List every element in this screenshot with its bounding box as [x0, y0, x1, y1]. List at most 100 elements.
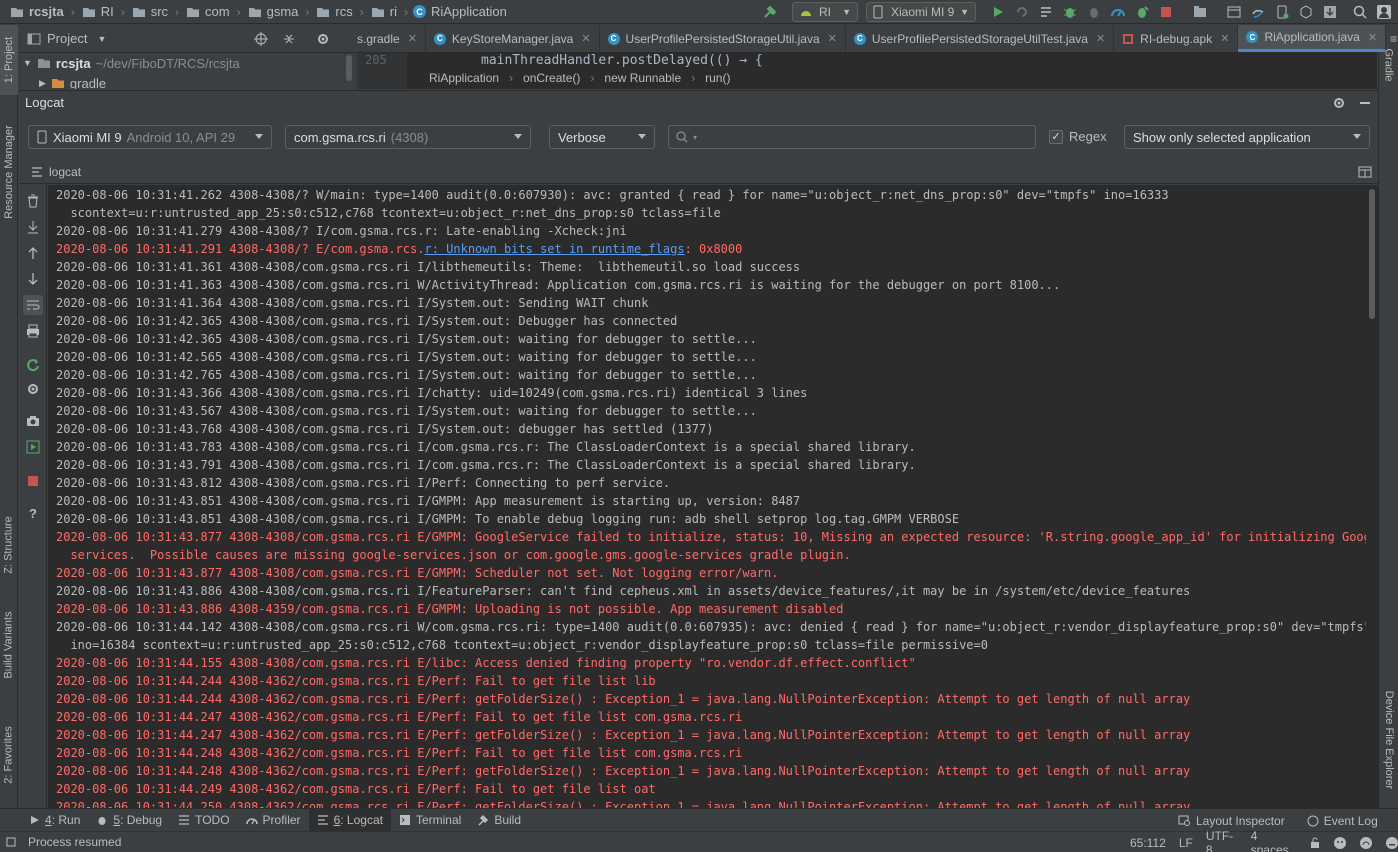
device-select[interactable]: Xiaomi MI 9 ▼: [866, 2, 976, 22]
device-manager-icon[interactable]: [1296, 2, 1316, 22]
logcat-search-input[interactable]: ▾: [668, 125, 1036, 149]
apply-code-changes-icon[interactable]: [1036, 2, 1056, 22]
tabs-overflow-button[interactable]: ≡ 5: [1386, 25, 1398, 52]
layout-icon[interactable]: [1355, 162, 1375, 182]
indent-setting[interactable]: 4 spaces: [1251, 829, 1296, 852]
inspection-icon[interactable]: [1333, 836, 1346, 850]
run-icon[interactable]: [988, 2, 1008, 22]
logcat-output[interactable]: 2020-08-06 10:31:41.262 4308-4308/? W/ma…: [48, 185, 1366, 808]
logcat-subtab[interactable]: logcat: [19, 165, 81, 179]
event-log-button[interactable]: Event Log: [1299, 809, 1386, 832]
search-everywhere-icon[interactable]: [1350, 2, 1370, 22]
screenshot-icon[interactable]: [23, 411, 43, 431]
log-hyperlink[interactable]: r: Unknown bits set in runtime_flags: [424, 242, 684, 256]
breadcrumb-item-ri[interactable]: RI: [78, 0, 118, 24]
stop-icon[interactable]: [1156, 2, 1176, 22]
editor-breadcrumb-item[interactable]: run(): [705, 71, 730, 85]
tab-userprofilepersistedstorageutil[interactable]: C UserProfilePersistedStorageUtil.java ✕: [600, 25, 846, 52]
project-view-select[interactable]: Project ▼: [19, 31, 106, 46]
code-editor[interactable]: 205 mainThreadHandler.postDelayed(() → {…: [357, 53, 1377, 89]
log-level-dropdown[interactable]: Verbose: [549, 125, 655, 149]
tab-userprofilepersistedstorageutiltest[interactable]: C UserProfilePersistedStorageUtilTest.ja…: [846, 25, 1115, 52]
account-icon[interactable]: [1374, 2, 1394, 22]
print-icon[interactable]: [23, 321, 43, 341]
minimize-icon[interactable]: [1355, 93, 1375, 113]
profile-icon[interactable]: [1108, 2, 1128, 22]
tree-scrollbar[interactable]: [346, 55, 352, 81]
resource-manager-tool-tab[interactable]: Resource Manager: [0, 117, 18, 227]
breadcrumb-item-ri-package[interactable]: ri: [367, 0, 401, 24]
breadcrumb-item-rcs[interactable]: rcs: [312, 0, 356, 24]
device-file-explorer-tool-tab[interactable]: Device File Explorer: [1379, 675, 1398, 805]
close-icon[interactable]: ✕: [1096, 32, 1105, 45]
device-dropdown[interactable]: Xiaomi MI 9 Android 10, API 29: [28, 125, 272, 149]
tab-keystoremanager[interactable]: C KeyStoreManager.java ✕: [426, 25, 600, 52]
tool-tab-profiler[interactable]: Profiler: [238, 809, 309, 832]
attach-process-icon[interactable]: [1132, 2, 1152, 22]
tab-ri-debug-apk[interactable]: RI-debug.apk ✕: [1114, 25, 1239, 52]
collapse-all-icon[interactable]: [279, 29, 299, 49]
tree-item-gradle[interactable]: ▶ gradle: [19, 73, 356, 90]
breadcrumb-item-src[interactable]: src: [128, 0, 172, 24]
notifications-icon[interactable]: [1385, 836, 1398, 850]
tool-tab-debug[interactable]: 5: Debug: [88, 809, 170, 832]
help-icon[interactable]: ?: [23, 503, 43, 523]
close-icon[interactable]: ✕: [828, 32, 837, 45]
line-separator[interactable]: LF: [1179, 836, 1193, 850]
tool-tab-logcat[interactable]: 6: Logcat: [308, 808, 391, 832]
close-icon[interactable]: ✕: [581, 32, 590, 45]
tool-windows-toggle-icon[interactable]: [6, 837, 16, 847]
build-hammer-icon[interactable]: [760, 2, 780, 22]
breadcrumb-item-com[interactable]: com: [182, 0, 234, 24]
screen-record-icon[interactable]: [23, 437, 43, 457]
logcat-scrollbar[interactable]: [1366, 185, 1378, 808]
build-variants-tool-tab[interactable]: Build Variants: [0, 605, 18, 685]
close-icon[interactable]: ✕: [1220, 32, 1229, 45]
restart-icon[interactable]: [23, 355, 43, 375]
scrollbar-thumb[interactable]: [1369, 189, 1375, 319]
avd-manager-icon[interactable]: [1272, 2, 1292, 22]
arrow-down-icon[interactable]: [23, 269, 43, 289]
tool-tab-terminal[interactable]: Terminal: [391, 809, 469, 832]
close-icon[interactable]: ✕: [408, 32, 417, 45]
caret-position[interactable]: 65:112: [1130, 836, 1166, 850]
gear-icon[interactable]: [313, 29, 333, 49]
tool-tab-todo[interactable]: TODO: [170, 809, 237, 832]
editor-breadcrumb-item[interactable]: RiApplication: [429, 71, 499, 85]
tab-riapplication[interactable]: C RiApplication.java ✕: [1238, 25, 1387, 52]
sdk-manager-icon[interactable]: [1224, 2, 1244, 22]
apply-changes-icon[interactable]: [1012, 2, 1032, 22]
favorites-tool-tab[interactable]: 2: Favorites: [0, 715, 18, 795]
clear-logcat-icon[interactable]: [23, 191, 43, 211]
project-tool-tab[interactable]: 1: Project: [0, 25, 18, 95]
gear-icon[interactable]: [1329, 93, 1349, 113]
tool-tab-build[interactable]: Build: [469, 809, 529, 832]
tab-settings-gradle[interactable]: s.gradle ✕: [337, 25, 426, 52]
locate-file-icon[interactable]: [251, 29, 271, 49]
sync-gradle-icon[interactable]: [1248, 2, 1268, 22]
stop-icon[interactable]: [23, 471, 43, 491]
editor-breadcrumb-item[interactable]: new Runnable: [604, 71, 681, 85]
tree-item-rcsjta[interactable]: ▼ rcsjta ~/dev/FiboDT/RCS/rcsjta: [19, 53, 356, 73]
editor-breadcrumb-item[interactable]: onCreate(): [523, 71, 580, 85]
close-icon[interactable]: ✕: [1368, 31, 1377, 44]
sdk-update-icon[interactable]: [1320, 2, 1340, 22]
soft-wrap-icon[interactable]: [23, 295, 43, 315]
file-encoding[interactable]: UTF-8: [1206, 829, 1238, 852]
gear-icon[interactable]: [23, 379, 43, 399]
breadcrumb-item-riapplication[interactable]: C RiApplication: [411, 0, 511, 24]
attach-debugger-icon[interactable]: [1084, 2, 1104, 22]
lock-icon[interactable]: [1309, 837, 1320, 849]
structure-tool-tab[interactable]: Z: Structure: [0, 505, 18, 585]
tool-tab-run[interactable]: 4: Run: [22, 809, 88, 832]
breadcrumb-item-gsma[interactable]: gsma: [244, 0, 303, 24]
arrow-up-icon[interactable]: [23, 243, 43, 263]
process-dropdown[interactable]: com.gsma.rcs.ri (4308): [285, 125, 531, 149]
project-structure-icon[interactable]: [1190, 2, 1210, 22]
feedback-icon[interactable]: [1359, 836, 1372, 850]
debug-icon[interactable]: [1060, 2, 1080, 22]
filter-dropdown[interactable]: Show only selected application: [1124, 125, 1370, 149]
run-config-select[interactable]: RI ▼: [792, 2, 858, 22]
breadcrumb-item-rcsjta[interactable]: rcsjta: [6, 0, 68, 24]
scroll-to-end-icon[interactable]: [23, 217, 43, 237]
